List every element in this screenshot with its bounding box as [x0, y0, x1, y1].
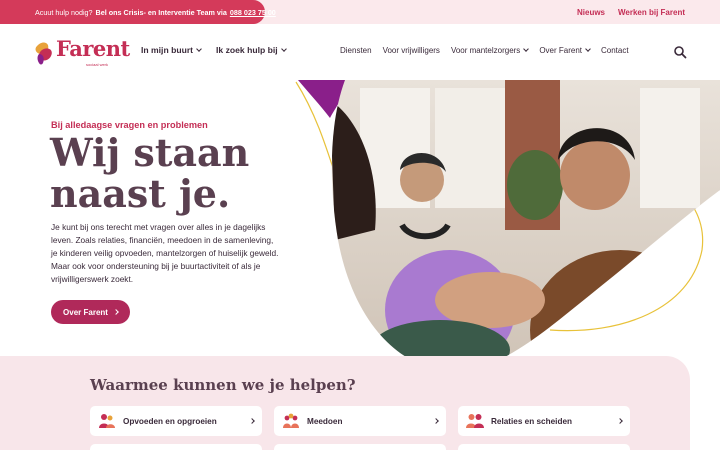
service-label: Relaties en scheiden — [491, 416, 572, 426]
alert-prefix: Acuut hulp nodig? — [35, 7, 93, 17]
nav-ik-zoek-hulp-bij[interactable]: Ik zoek hulp bij — [216, 45, 287, 55]
nav-voor-mantelzorgers[interactable]: Voor mantelzorgers — [451, 46, 530, 55]
hero-image — [295, 80, 720, 370]
top-links: Nieuws Werken bij Farent — [577, 0, 685, 24]
primary-nav: In mijn buurt Ik zoek hulp bij — [141, 45, 287, 55]
nav-in-mijn-buurt[interactable]: In mijn buurt — [141, 45, 202, 55]
hero-section: Bij alledaagse vragen en problemen Wij s… — [0, 80, 720, 370]
hero-eyebrow: Bij alledaagse vragen en problemen — [51, 120, 208, 130]
service-label: Opvoeden en opgroeien — [123, 416, 217, 426]
nieuws-link[interactable]: Nieuws — [577, 8, 605, 17]
chevron-right-icon — [617, 418, 623, 424]
farent-logo[interactable]: Farent sociaal werk — [34, 36, 130, 68]
hero-body: Je kunt bij ons terecht met vragen over … — [51, 222, 279, 284]
services-section: Waarmee kunnen we je helpen? Opvoeden en… — [0, 356, 690, 450]
nav-over-farent[interactable]: Over Farent — [539, 46, 591, 55]
crisis-phone-link[interactable]: 088 023 75 00 — [230, 8, 276, 17]
group-icon — [283, 413, 299, 428]
logo-subtext: sociaal werk — [86, 62, 109, 67]
top-alert-bar: Acuut hulp nodig? Bel ons Crisis- en Int… — [0, 0, 720, 24]
family-icon — [99, 414, 115, 428]
couple-icon — [466, 414, 484, 428]
service-card-relaties[interactable]: Relaties en scheiden — [458, 406, 630, 436]
werken-bij-link[interactable]: Werken bij Farent — [618, 8, 685, 17]
chevron-down-icon — [196, 45, 202, 52]
search-icon[interactable] — [673, 45, 687, 59]
service-card-partial[interactable] — [90, 444, 262, 450]
logo-mark-icon — [35, 42, 52, 65]
chevron-right-icon — [433, 418, 439, 424]
services-title: Waarmee kunnen we je helpen? — [90, 376, 356, 394]
chevron-down-icon — [523, 46, 530, 52]
secondary-nav: Diensten Voor vrijwilligers Voor mantelz… — [340, 46, 629, 55]
chevron-right-icon — [249, 418, 255, 424]
service-card-partial[interactable] — [274, 444, 446, 450]
chevron-right-icon — [113, 309, 119, 315]
service-label: Meedoen — [307, 416, 343, 426]
cta-label: Over Farent — [63, 307, 108, 317]
chevron-down-icon — [280, 45, 287, 52]
crisis-alert: Acuut hulp nodig? Bel ons Crisis- en Int… — [0, 0, 276, 24]
site-header: Farent sociaal werk In mijn buurt Ik zoe… — [0, 24, 720, 80]
nav-contact[interactable]: Contact — [601, 46, 629, 55]
service-card-meedoen[interactable]: Meedoen — [274, 406, 446, 436]
logo-text: Farent — [56, 36, 130, 61]
nav-diensten[interactable]: Diensten — [340, 46, 372, 55]
hero-headline: Wij staan naast je. — [50, 130, 250, 216]
service-card-opvoeden[interactable]: Opvoeden en opgroeien — [90, 406, 262, 436]
nav-voor-vrijwilligers[interactable]: Voor vrijwilligers — [383, 46, 440, 55]
service-card-partial[interactable] — [458, 444, 630, 450]
alert-bold-text: Bel ons Crisis- en Interventie Team via — [95, 7, 227, 17]
chevron-down-icon — [585, 46, 591, 52]
over-farent-button[interactable]: Over Farent — [51, 300, 130, 324]
